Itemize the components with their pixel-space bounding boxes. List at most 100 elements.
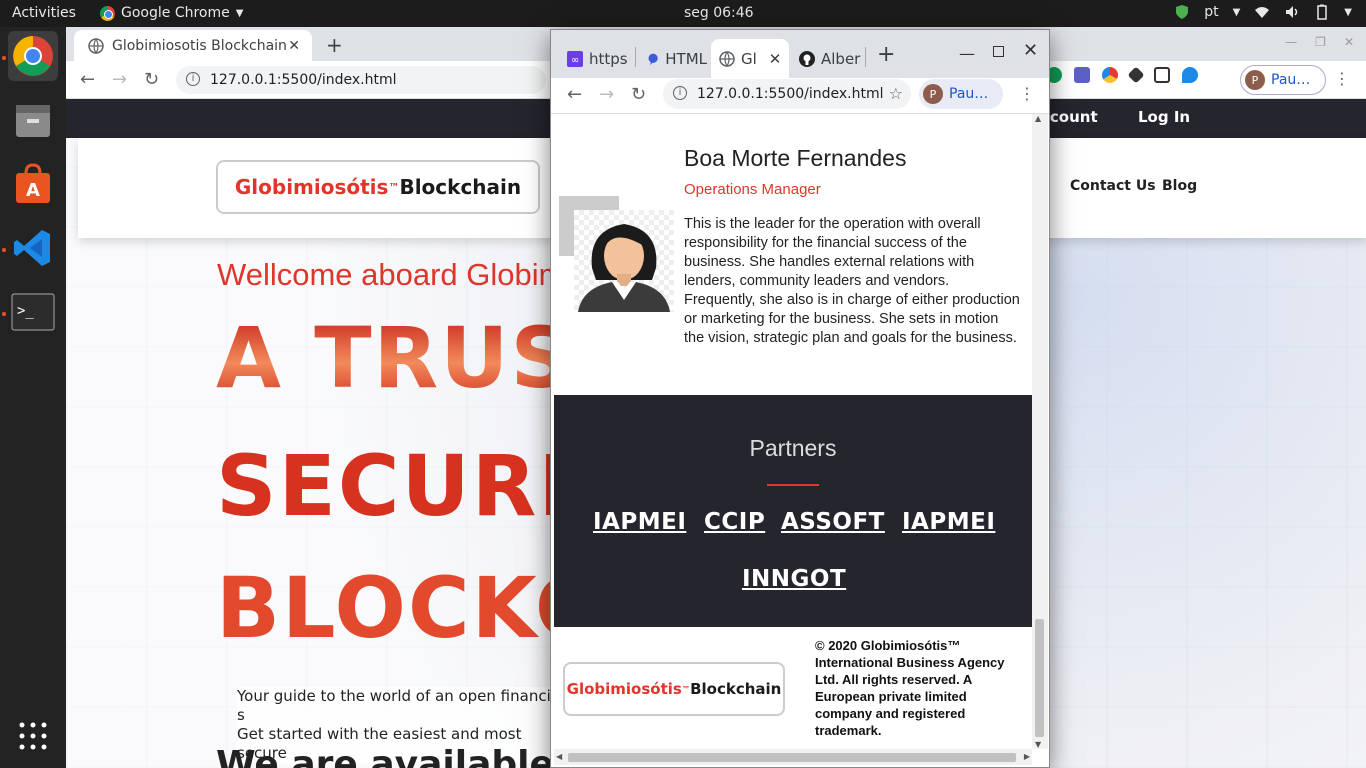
partner-link[interactable]: IAPMEI [593, 509, 686, 535]
scroll-right-icon[interactable]: ▶ [1024, 752, 1030, 761]
address-bar[interactable]: i 127.0.0.1:5500/index.html [176, 66, 546, 94]
contact-us-link[interactable]: Contact Us [1070, 178, 1156, 194]
avatar: P [923, 84, 943, 104]
dock-software[interactable]: A [8, 159, 58, 209]
horizontal-scrollbar[interactable]: ◀ ▶ [554, 749, 1032, 765]
show-applications-button[interactable] [8, 711, 58, 761]
dock-files[interactable] [8, 95, 58, 145]
wifi-icon[interactable] [1254, 4, 1270, 20]
scroll-down-icon[interactable]: ▼ [1035, 740, 1041, 749]
address-bar[interactable]: i 127.0.0.1:5500/index.html ☆ [663, 79, 911, 109]
chrome-icon [13, 36, 53, 76]
svg-text:∞: ∞ [571, 55, 579, 66]
partner-link[interactable]: INNGOT [742, 566, 846, 592]
tab-https[interactable]: ∞ https [559, 39, 631, 78]
screenshot-icon[interactable] [1154, 67, 1170, 83]
chevron-down-icon[interactable]: ▼ [1344, 7, 1352, 18]
maximize-icon[interactable] [993, 46, 1004, 57]
info-icon[interactable]: i [186, 72, 200, 86]
new-tab-button[interactable]: + [326, 33, 343, 57]
system-top-bar: Activities Google Chrome ▼ seg 06:46 pt … [0, 0, 1366, 27]
hero-line-3: BLOCKC [216, 559, 599, 657]
partners-divider [767, 484, 819, 486]
tab-label: Gl [741, 49, 757, 68]
scroll-left-icon[interactable]: ◀ [556, 752, 562, 761]
horizontal-scroll-thumb[interactable] [568, 753, 1016, 762]
logo-tm: ™ [388, 180, 400, 194]
tab-html[interactable]: HTML [639, 39, 707, 78]
address-text: 127.0.0.1:5500/index.html [210, 72, 397, 88]
language-indicator[interactable]: pt [1204, 4, 1218, 20]
volume-icon[interactable] [1284, 4, 1300, 20]
dock-chrome[interactable] [8, 31, 58, 81]
copyright-text: © 2020 Globimiosótis™ International Busi… [815, 638, 1005, 738]
close-tab-icon[interactable]: ✕ [769, 50, 782, 68]
foreground-browser-window[interactable]: ∞ https HTML Gl ✕ Alber + — ✕ ← → ↻ i 12… [550, 29, 1050, 768]
reload-icon[interactable]: ↻ [631, 84, 646, 105]
dock-vscode[interactable] [8, 223, 58, 273]
minimize-icon[interactable]: — [1285, 35, 1297, 49]
partners-section: Partners IAPMEI CCIP ASSOFT IAPMEI INNGO… [554, 395, 1032, 627]
activities-button[interactable]: Activities [12, 5, 76, 21]
kebab-menu-icon[interactable]: ⋮ [1334, 69, 1350, 88]
forward-arrow-icon[interactable]: → [599, 84, 614, 105]
scroll-up-icon[interactable]: ▲ [1035, 114, 1041, 123]
vertical-scroll-thumb[interactable] [1035, 619, 1044, 737]
partner-link[interactable]: IAPMEI [902, 509, 995, 535]
tab-github[interactable]: Alber [791, 39, 861, 78]
site-footer: Globimiosótis ™ Blockchain © 2020 Globimio… [554, 627, 1032, 749]
site-logo[interactable]: Globimiosótis ™ Blockchain [216, 160, 540, 214]
tab-strip: ∞ https HTML Gl ✕ Alber + — ✕ [551, 30, 1049, 78]
login-link[interactable]: Log In [1138, 108, 1190, 126]
minimize-icon[interactable]: — [959, 44, 975, 63]
bookmark-star-icon[interactable]: ☆ [889, 84, 903, 103]
info-icon[interactable]: i [673, 86, 687, 100]
hero-subtitle-line-1: Your guide to the world of an open finan… [237, 687, 565, 724]
partners-title: Partners [749, 435, 837, 461]
reload-icon[interactable]: ↻ [144, 69, 159, 90]
shield-icon[interactable] [1174, 4, 1190, 20]
tab-gl-active[interactable]: Gl ✕ [711, 39, 789, 78]
extensions-area [1046, 66, 1198, 84]
chevron-down-icon: ▼ [235, 7, 244, 19]
new-tab-button[interactable]: + [877, 42, 895, 67]
forward-arrow-icon[interactable]: → [112, 69, 127, 90]
dock-terminal[interactable]: >_ [8, 287, 58, 337]
eyedropper-icon[interactable] [1127, 66, 1145, 84]
ethereum-icon[interactable] [1182, 67, 1198, 83]
globe-icon [88, 37, 104, 54]
blog-link[interactable]: Blog [1162, 178, 1197, 194]
profile-name: Pau… [1271, 72, 1311, 88]
footer-logo[interactable]: Globimiosótis ™ Blockchain [563, 662, 785, 716]
app-menu-label: Google Chrome [121, 5, 230, 21]
kebab-menu-icon[interactable]: ⋮ [1019, 84, 1035, 103]
running-indicator [2, 312, 6, 316]
logo-red-text: Globimiosótis [234, 175, 389, 199]
close-icon[interactable]: ✕ [1023, 40, 1038, 61]
battery-icon[interactable] [1314, 4, 1330, 20]
tab-separator [865, 47, 866, 67]
close-tab-icon[interactable]: ✕ [288, 38, 300, 54]
colorful-extension-icon[interactable] [1102, 67, 1118, 83]
profile-button[interactable]: P Pau… [919, 79, 1003, 109]
tab-separator [635, 47, 636, 67]
logo-black-text: Blockchain [690, 680, 782, 698]
video-call-icon[interactable] [1074, 67, 1090, 83]
tab-label: https [589, 49, 628, 68]
partner-link[interactable]: CCIP [704, 509, 765, 535]
purple-x-icon: ∞ [567, 50, 583, 67]
welcome-heading: Wellcome aboard Globim [217, 257, 565, 292]
app-menu[interactable]: Google Chrome ▼ [100, 5, 243, 21]
partner-link[interactable]: ASSOFT [781, 509, 885, 535]
address-text: 127.0.0.1:5500/index.html [697, 86, 884, 102]
vertical-scrollbar[interactable]: ▲ ▼ [1032, 114, 1048, 749]
maximize-icon[interactable]: ❐ [1315, 35, 1326, 49]
back-arrow-icon[interactable]: ← [567, 84, 582, 105]
window-controls: — ❐ ✕ [1285, 35, 1354, 49]
person-photo [574, 210, 674, 312]
tab-globimiosotis[interactable]: Globimiosotis Blockchain ✕ [74, 30, 312, 61]
close-icon[interactable]: ✕ [1344, 35, 1354, 49]
clock[interactable]: seg 06:46 [684, 5, 754, 21]
profile-button[interactable]: P Pau… [1240, 65, 1326, 95]
back-arrow-icon[interactable]: ← [80, 69, 95, 90]
